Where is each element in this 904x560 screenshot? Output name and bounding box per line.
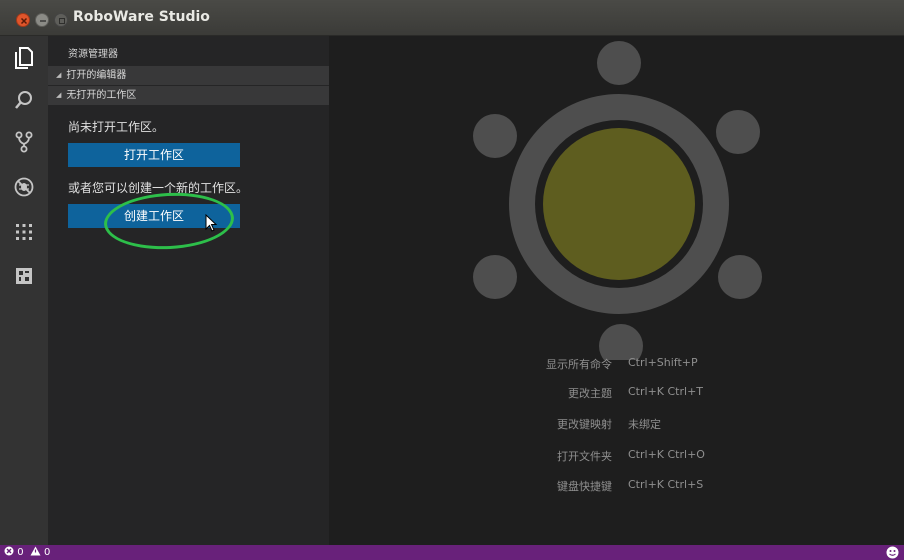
ros-icon [16,268,32,284]
activity-bar [0,36,48,545]
collapse-triangle-icon: ◢ [56,91,62,99]
section-no-workspace[interactable]: ◢ 无打开的工作区 [48,86,329,105]
shortcut-keys: Ctrl+K Ctrl+T [628,385,704,398]
activity-search[interactable] [0,80,48,120]
roboware-logo-icon [473,41,762,360]
maximize-icon [59,18,65,24]
window-close-button[interactable] [16,13,30,27]
shortcut-label: 显示所有命令 [546,358,612,371]
section-open-editors[interactable]: ◢ 打开的编辑器 [48,66,329,85]
section-open-editors-label: 打开的编辑器 [66,70,127,81]
extensions-grid-icon [16,224,32,240]
window-minimize-button[interactable] [35,13,49,27]
explorer-sidebar: 资源管理器 ◢ 打开的编辑器 ◢ 无打开的工作区 尚未打开工作区。 打开工作区 或者… [48,36,329,545]
warning-icon [30,546,41,556]
open-workspace-button[interactable]: 打开工作区 [68,143,240,167]
activity-explorer[interactable] [0,38,48,78]
error-icon [4,546,14,556]
feedback-smiley-icon[interactable] [886,546,899,559]
shortcut-keys: Ctrl+K Ctrl+O [628,448,705,461]
activity-ros[interactable] [0,256,48,296]
shortcut-keys: Ctrl+Shift+P [628,356,698,369]
no-workspace-message: 尚未打开工作区。 [68,120,165,134]
activity-debug[interactable] [0,167,48,207]
files-icon [15,47,33,69]
warning-count: 0 [43,547,51,558]
status-problems[interactable]: 0 0 [4,546,50,559]
shortcut-label: 更改键映射 [557,418,612,431]
status-bar: 0 0 [0,545,904,560]
shortcut-label: 更改主题 [568,387,612,400]
section-no-workspace-label: 无打开的工作区 [66,90,137,101]
activity-extensions[interactable] [0,212,48,252]
shortcut-keys: 未绑定 [628,418,661,431]
error-count: 0 [17,547,24,558]
minimize-icon [40,20,46,22]
shortcut-label: 键盘快捷键 [557,480,612,493]
debug-icon [14,177,34,197]
shortcut-keys: Ctrl+K Ctrl+S [628,478,704,491]
collapse-triangle-icon: ◢ [56,71,62,79]
shortcut-label: 打开文件夹 [557,450,612,463]
activity-source-control[interactable] [0,122,48,162]
window-title: RoboWare Studio [73,9,210,25]
search-icon [15,91,32,109]
mouse-cursor-icon [205,214,218,232]
window-maximize-button[interactable] [54,13,68,27]
sidebar-title: 资源管理器 [68,49,118,60]
create-workspace-hint: 或者您可以创建一个新的工作区。 [68,181,249,195]
source-control-icon [15,131,33,153]
close-icon [20,17,28,25]
title-bar: RoboWare Studio [0,0,904,36]
